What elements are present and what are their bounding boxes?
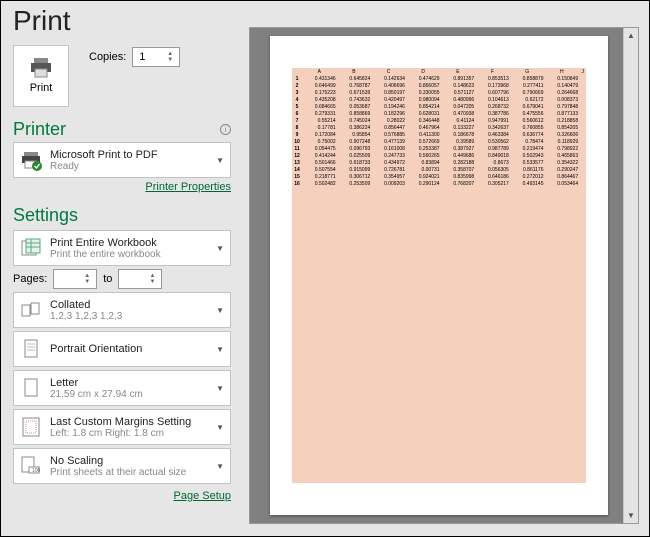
- margins-select[interactable]: Last Custom Margins Setting Left: 1.8 cm…: [13, 409, 231, 445]
- info-icon[interactable]: i: [220, 124, 231, 135]
- spinner-up-icon[interactable]: ▲: [167, 52, 177, 57]
- table-row: 50.6846650.0536870.1942460.8542140.04720…: [292, 103, 586, 110]
- table-row: 100.750020.9072480.4771390.5726690.39589…: [292, 138, 586, 145]
- chevron-down-icon: ▼: [216, 156, 224, 165]
- col-header: F: [475, 68, 510, 75]
- left-panel: Print Copies: 1 ▲▼ Printer i Microsoft P…: [13, 45, 231, 502]
- col-header: C: [371, 68, 406, 75]
- chevron-down-icon: ▼: [216, 345, 224, 354]
- chevron-down-icon: ▼: [216, 306, 224, 315]
- orientation-select[interactable]: Portrait Orientation ▼: [13, 331, 231, 367]
- table-row: 150.2187710.3067120.3549570.9240210.8359…: [292, 173, 586, 180]
- scaling-select[interactable]: 100 No Scaling Print sheets at their act…: [13, 448, 231, 484]
- copies-input[interactable]: 1 ▲▼: [132, 47, 180, 67]
- table-row: 20.6464990.7687870.4066960.8660570.14862…: [292, 82, 586, 89]
- table-row: 80.177810.3862240.8564470.4679640.133227…: [292, 124, 586, 131]
- pages-from-input[interactable]: ▲▼: [53, 269, 97, 289]
- margins-icon: [20, 416, 42, 438]
- paper-icon: [20, 377, 42, 399]
- col-header: H: [544, 68, 579, 75]
- col-header: B: [337, 68, 372, 75]
- table-row: 160.5024820.2535090.0092030.2901240.7682…: [292, 180, 586, 187]
- table-row: 10.4313460.6458240.1426340.4746290.89135…: [292, 75, 586, 82]
- preview-scrollbar[interactable]: ▲ ▼: [623, 28, 638, 523]
- printer-status: Ready: [50, 161, 208, 172]
- chevron-down-icon: ▼: [216, 462, 224, 471]
- printer-icon: [29, 58, 53, 78]
- page-setup-link[interactable]: Page Setup: [13, 490, 231, 502]
- pages-label: Pages:: [13, 273, 47, 285]
- paper-size-select[interactable]: Letter 21.59 cm x 27.94 cm ▼: [13, 370, 231, 406]
- col-header: D: [406, 68, 441, 75]
- printer-header: Printer i: [13, 119, 231, 140]
- table-row: 70.552140.7450240.280220.3464480.411240.…: [292, 117, 586, 124]
- print-button-label: Print: [30, 82, 53, 94]
- printer-select[interactable]: Microsoft Print to PDF Ready ▼: [13, 142, 231, 178]
- col-header: E: [441, 68, 476, 75]
- col-header: J: [579, 68, 586, 75]
- scaling-icon: 100: [20, 455, 42, 477]
- table-row: 30.1752230.6715390.8501970.3300550.57112…: [292, 89, 586, 96]
- printer-name: Microsoft Print to PDF: [50, 149, 208, 161]
- table-row: 40.4352080.7436320.4204970.9800940.48099…: [292, 96, 586, 103]
- scroll-down-icon[interactable]: ▼: [624, 508, 638, 523]
- chevron-down-icon: ▼: [216, 384, 224, 393]
- chevron-down-icon: ▼: [216, 423, 224, 432]
- svg-text:100: 100: [32, 468, 41, 474]
- preview-page: ABCDEFGHJ 10.4313460.6458240.1426340.474…: [270, 36, 608, 515]
- portrait-icon: [20, 338, 42, 360]
- pages-to-label: to: [103, 273, 112, 285]
- sheet-table: ABCDEFGHJ 10.4313460.6458240.1426340.474…: [292, 68, 586, 187]
- scroll-up-icon[interactable]: ▲: [624, 28, 638, 43]
- printer-properties-link[interactable]: Printer Properties: [13, 181, 231, 193]
- spinner-down-icon[interactable]: ▼: [167, 58, 177, 63]
- print-preview: ABCDEFGHJ 10.4313460.6458240.1426340.474…: [249, 27, 639, 524]
- print-what-select[interactable]: Print Entire Workbook Print the entire w…: [13, 230, 231, 266]
- table-row: 90.1720840.958540.5768850.4113000.186678…: [292, 131, 586, 138]
- col-header: A: [302, 68, 337, 75]
- collate-select[interactable]: Collated 1,2,3 1,2,3 1,2,3 ▼: [13, 292, 231, 328]
- table-row: 60.2793310.8588690.1822960.6280310.47093…: [292, 110, 586, 117]
- collate-icon: [20, 299, 42, 321]
- pages-to-input[interactable]: ▲▼: [118, 269, 162, 289]
- print-button[interactable]: Print: [13, 45, 69, 107]
- copies-label: Copies:: [89, 51, 126, 63]
- col-header: G: [510, 68, 545, 75]
- table-row: 130.5014660.6187330.4349720.838940.28218…: [292, 159, 586, 166]
- chevron-down-icon: ▼: [216, 244, 224, 253]
- table-row: 140.5075540.9150990.7267810.007310.35870…: [292, 166, 586, 173]
- table-row: 110.0544750.0967930.1610080.2533870.3879…: [292, 145, 586, 152]
- settings-header: Settings: [13, 205, 231, 226]
- table-row: 120.4142440.0255090.2477330.5602650.4496…: [292, 152, 586, 159]
- workbook-icon: [20, 237, 42, 259]
- printer-status-icon: [20, 149, 42, 171]
